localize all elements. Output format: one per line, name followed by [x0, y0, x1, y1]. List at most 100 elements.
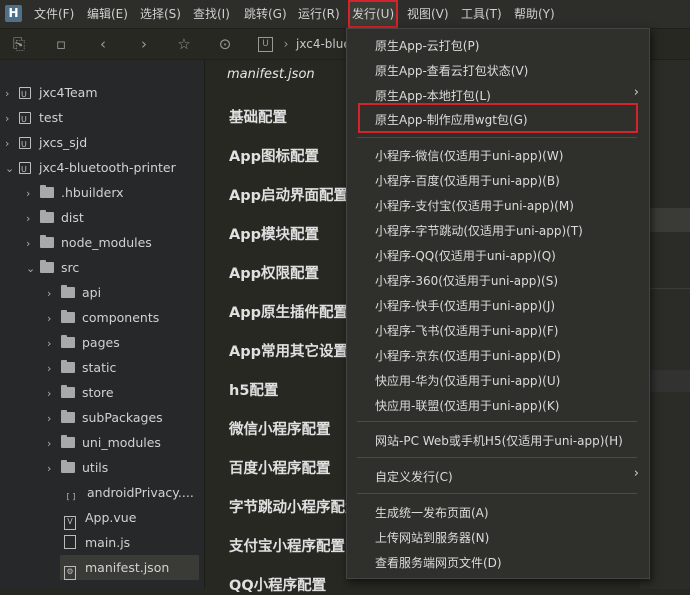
- folder-item[interactable]: › components: [47, 305, 159, 330]
- submenu-arrow-icon: ›: [633, 466, 639, 481]
- folder-label: uni_modules: [82, 435, 161, 450]
- js-file-icon: [64, 535, 76, 549]
- file-item-selected[interactable]: ⚙ manifest.json: [60, 555, 199, 580]
- run-icon[interactable]: ⊙: [216, 35, 234, 53]
- menu-run[interactable]: 运行(R): [298, 0, 340, 28]
- project-item[interactable]: › jxcs_sjd: [5, 130, 87, 157]
- folder-label: pages: [82, 335, 120, 350]
- menu-item-custom-publish[interactable]: 自定义发行(C): [375, 468, 453, 485]
- folder-item[interactable]: › subPackages: [47, 405, 163, 430]
- folder-item[interactable]: › static: [47, 355, 116, 380]
- menu-item-local-pack[interactable]: 原生App-本地打包(L): [375, 87, 491, 104]
- project-item[interactable]: ⌄ jxc4-bluetooth-printer: [5, 155, 176, 182]
- config-section[interactable]: App启动界面配置: [229, 184, 348, 205]
- chevron-right-icon: ›: [47, 387, 52, 400]
- menu-item-mp-qq[interactable]: 小程序-QQ(仅适用于uni-app)(Q): [375, 247, 556, 264]
- new-file-icon[interactable]: ⎘: [10, 35, 28, 53]
- folder-label: node_modules: [61, 235, 152, 250]
- config-section[interactable]: 基础配置: [229, 106, 287, 127]
- project-label: jxc4-bluetooth-printer: [39, 160, 176, 175]
- menu-find[interactable]: 查找(I): [193, 0, 230, 28]
- file-item[interactable]: [ ] androidPrivacy....: [64, 480, 194, 505]
- menu-item-web-h5[interactable]: 网站-PC Web或手机H5(仅适用于uni-app)(H): [375, 432, 623, 449]
- config-section[interactable]: h5配置: [229, 379, 278, 400]
- folder-label: store: [82, 385, 114, 400]
- folder-icon: [61, 285, 75, 298]
- file-label: main.js: [85, 535, 131, 550]
- folder-item[interactable]: › pages: [47, 330, 120, 355]
- menu-item-mp-baidu[interactable]: 小程序-百度(仅适用于uni-app)(B): [375, 172, 560, 189]
- menu-item-quickapp-union[interactable]: 快应用-联盟(仅适用于uni-app)(K): [375, 397, 559, 414]
- chevron-right-icon: ›: [47, 337, 52, 350]
- menu-item-mp-weixin[interactable]: 小程序-微信(仅适用于uni-app)(W): [375, 147, 563, 164]
- folder-icon: [40, 260, 54, 273]
- chevron-right-icon: ›: [47, 462, 52, 475]
- project-item[interactable]: › jxc4Team: [5, 80, 98, 107]
- manifest-editor: manifest.json 基础配置 App图标配置 App启动界面配置 App…: [205, 60, 360, 594]
- menu-tools[interactable]: 工具(T): [461, 0, 502, 28]
- folder-label: src: [61, 260, 80, 275]
- config-section[interactable]: 微信小程序配置: [229, 418, 331, 439]
- folder-item[interactable]: › api: [47, 280, 101, 305]
- config-section[interactable]: App原生插件配置: [229, 301, 348, 322]
- config-section[interactable]: App模块配置: [229, 223, 319, 244]
- project-item[interactable]: › test: [5, 105, 63, 132]
- folder-icon: [40, 210, 54, 223]
- menu-goto[interactable]: 跳转(G): [244, 0, 287, 28]
- config-section[interactable]: App权限配置: [229, 262, 319, 283]
- chevron-right-icon: ›: [47, 412, 52, 425]
- chevron-right-icon: ›: [47, 437, 52, 450]
- folder-item[interactable]: › store: [47, 380, 114, 405]
- file-item[interactable]: V App.vue: [64, 505, 136, 530]
- menu-bar: H 文件(F) 编辑(E) 选择(S) 查找(I) 跳转(G) 运行(R) 发行…: [0, 0, 690, 29]
- project-icon: U: [258, 37, 273, 52]
- menu-item-upload-to-server[interactable]: 上传网站到服务器(N): [375, 529, 489, 546]
- folder-label: utils: [82, 460, 109, 475]
- menu-item-generate-release-page[interactable]: 生成统一发布页面(A): [375, 504, 489, 521]
- folder-item[interactable]: › dist: [26, 205, 84, 230]
- menu-item-mp-lark[interactable]: 小程序-飞书(仅适用于uni-app)(F): [375, 322, 558, 339]
- folder-item[interactable]: › .hbuilderx: [26, 180, 124, 205]
- menu-item-make-wgt[interactable]: 原生App-制作应用wgt包(G): [375, 111, 528, 128]
- menu-file[interactable]: 文件(F): [34, 0, 74, 28]
- folder-icon: [61, 435, 75, 448]
- menu-item-mp-kuaishou[interactable]: 小程序-快手(仅适用于uni-app)(J): [375, 297, 555, 314]
- folder-item[interactable]: › node_modules: [26, 230, 152, 255]
- menu-item-mp-alipay[interactable]: 小程序-支付宝(仅适用于uni-app)(M): [375, 197, 574, 214]
- config-section[interactable]: 字节跳动小程序配置: [229, 496, 360, 517]
- folder-icon: [61, 310, 75, 323]
- folder-item[interactable]: › utils: [47, 455, 108, 480]
- folder-item[interactable]: › uni_modules: [47, 430, 161, 455]
- menu-select[interactable]: 选择(S): [140, 0, 181, 28]
- menu-item-view-server-files[interactable]: 查看服务端网页文件(D): [375, 554, 502, 571]
- menu-edit[interactable]: 编辑(E): [87, 0, 128, 28]
- chevron-right-icon: ›: [47, 312, 52, 325]
- config-section[interactable]: App图标配置: [229, 145, 319, 166]
- chevron-right-icon: ›: [26, 187, 31, 200]
- chevron-right-icon: ›: [47, 362, 52, 375]
- file-item[interactable]: main.js: [64, 530, 130, 555]
- folder-item[interactable]: ⌄ src: [26, 255, 79, 280]
- json-file-icon: [ ]: [66, 492, 76, 501]
- menu-item-mp-360[interactable]: 小程序-360(仅适用于uni-app)(S): [375, 272, 558, 289]
- menu-item-cloud-pack[interactable]: 原生App-云打包(P): [375, 37, 479, 54]
- menu-publish[interactable]: 发行(U): [348, 0, 399, 28]
- menu-help[interactable]: 帮助(Y): [514, 0, 555, 28]
- file-label: App.vue: [85, 510, 137, 525]
- config-section[interactable]: 支付宝小程序配置: [229, 535, 345, 556]
- back-icon[interactable]: ‹: [94, 35, 112, 53]
- menu-view[interactable]: 视图(V): [407, 0, 449, 28]
- menu-item-cloud-pack-status[interactable]: 原生App-查看云打包状态(V): [375, 62, 528, 79]
- config-section[interactable]: QQ小程序配置: [229, 574, 326, 595]
- forward-icon[interactable]: ›: [135, 35, 153, 53]
- menu-separator: [357, 493, 637, 494]
- menu-item-mp-jd[interactable]: 小程序-京东(仅适用于uni-app)(D): [375, 347, 561, 364]
- settings-file-icon: ⚙: [64, 566, 76, 580]
- menu-item-quickapp-huawei[interactable]: 快应用-华为(仅适用于uni-app)(U): [375, 372, 560, 389]
- star-icon[interactable]: ☆: [175, 35, 193, 53]
- save-icon[interactable]: ▫: [52, 35, 70, 53]
- config-section[interactable]: App常用其它设置: [229, 340, 348, 361]
- breadcrumb[interactable]: jxc4-blue: [296, 37, 351, 51]
- menu-item-mp-toutiao[interactable]: 小程序-字节跳动(仅适用于uni-app)(T): [375, 222, 583, 239]
- config-section[interactable]: 百度小程序配置: [229, 457, 331, 478]
